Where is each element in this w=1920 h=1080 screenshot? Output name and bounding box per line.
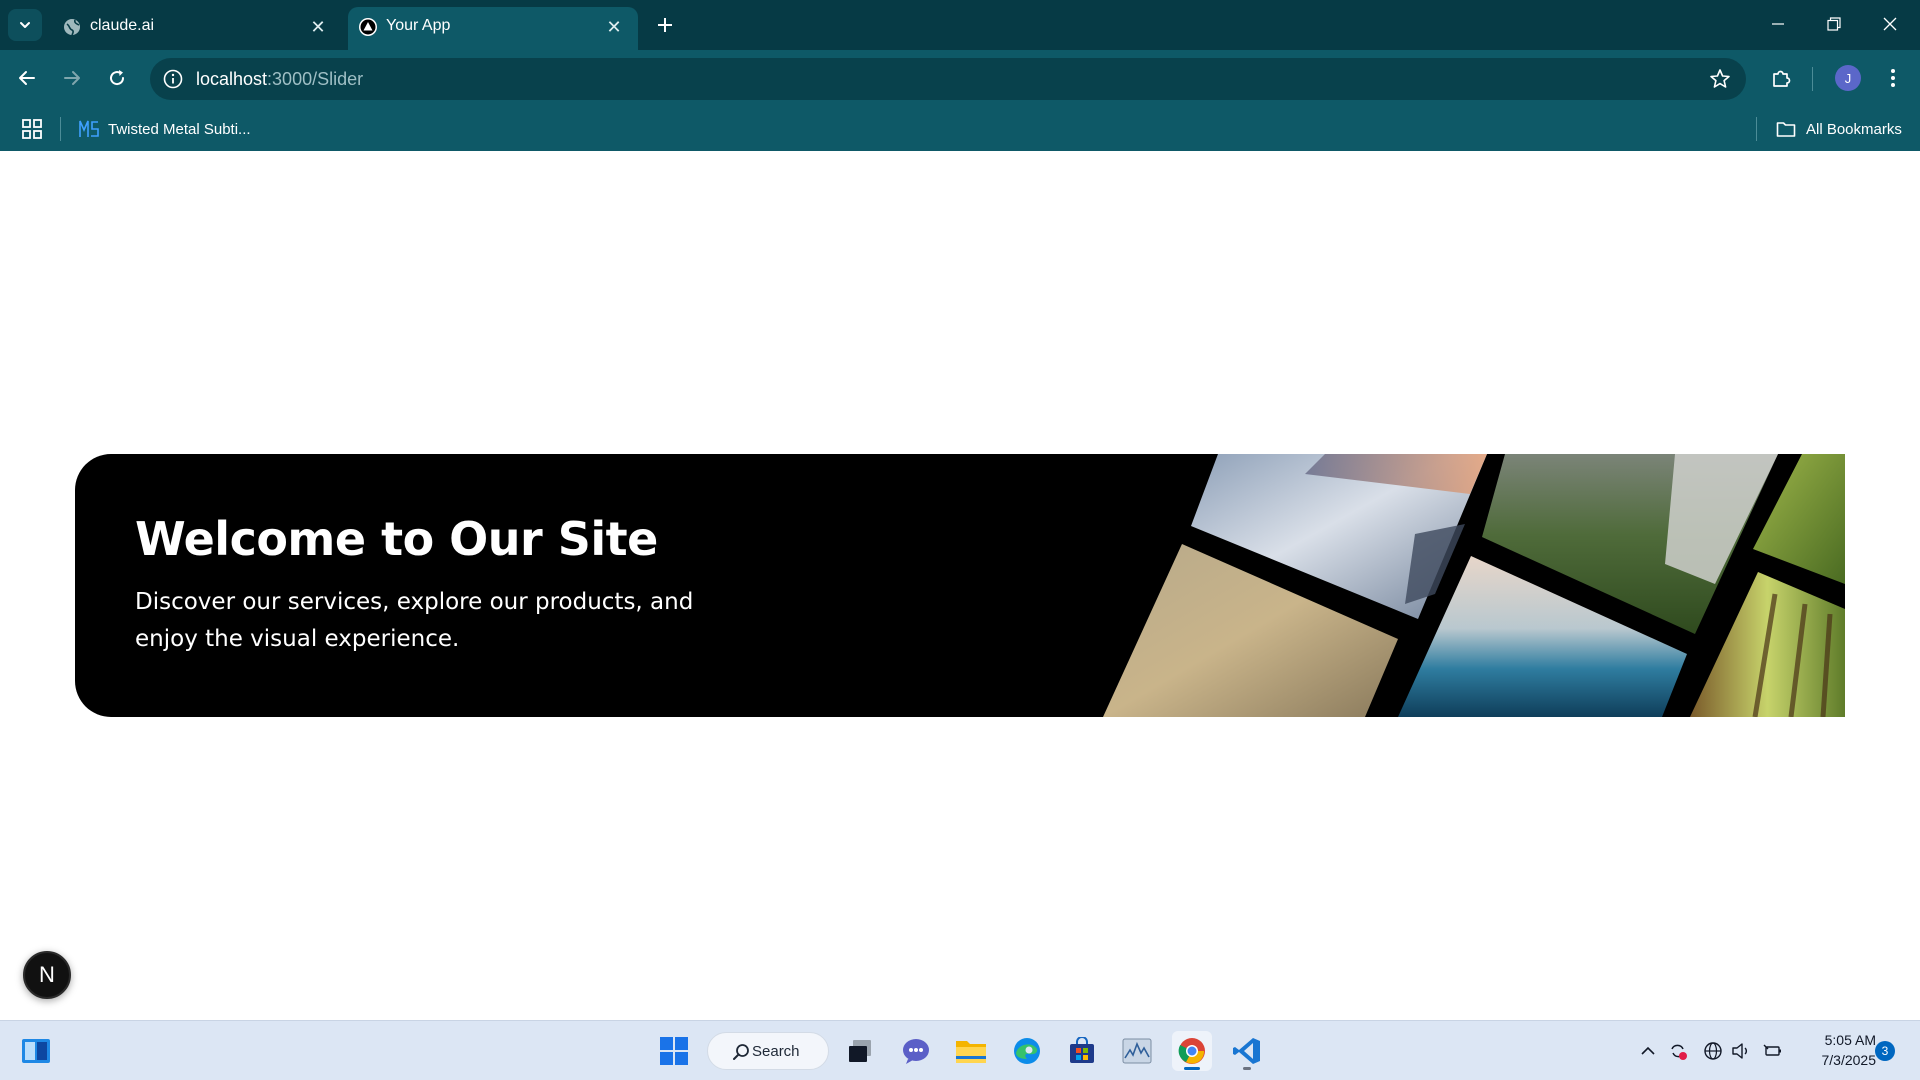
minimize-icon (1772, 23, 1784, 25)
taskbar-search[interactable]: Search (707, 1032, 829, 1070)
minimize-button[interactable] (1750, 0, 1806, 48)
browser-toolbar: localhost:3000/Slider J (0, 50, 1920, 107)
vscode-icon (1233, 1038, 1260, 1064)
arrow-left-icon (19, 71, 35, 85)
bookmarks-separator (1756, 117, 1757, 141)
nextjs-dev-indicator-button[interactable]: N (23, 951, 71, 999)
edge-browser-icon (1014, 1038, 1040, 1064)
battery-plug-icon[interactable] (1763, 1041, 1783, 1061)
puzzle-icon (1773, 70, 1791, 87)
tab-your-app[interactable]: Your App ✕ (348, 7, 638, 50)
clock-time: 5:05 AM (1824, 1032, 1876, 1048)
forward-button[interactable] (55, 61, 89, 95)
plus-icon (658, 18, 672, 32)
edge-button[interactable] (1007, 1031, 1047, 1071)
site-info-icon[interactable] (162, 68, 184, 90)
close-icon (1883, 17, 1897, 31)
folder-icon (956, 1041, 986, 1063)
url-path: :3000/Slider (267, 69, 364, 89)
app-triangle-icon (359, 18, 377, 36)
restore-icon (1827, 17, 1841, 31)
bookmarks-bar: Twisted Metal Subti... All Bookmarks (0, 107, 1920, 151)
hero-subtitle: Discover our services, explore our produ… (135, 589, 694, 652)
address-bar[interactable]: localhost:3000/Slider (150, 58, 1746, 100)
vscode-button[interactable] (1227, 1031, 1267, 1071)
windows-logo-icon (660, 1037, 688, 1065)
notification-badge[interactable]: 3 (1875, 1041, 1895, 1061)
search-icon (733, 1044, 749, 1060)
profile-avatar[interactable]: J (1835, 65, 1861, 91)
hero-banner: Welcome to Our Site Discover our service… (75, 454, 1845, 717)
teams-chat-button[interactable] (896, 1031, 936, 1071)
close-icon[interactable]: ✕ (602, 15, 626, 39)
tab-title: Your App (386, 17, 451, 34)
system-clock[interactable]: 5:05 AM 7/3/2025 (1800, 1030, 1877, 1070)
url-text[interactable]: localhost:3000/Slider (196, 69, 363, 90)
tab-claude[interactable]: claude.ai ✕ (52, 7, 342, 50)
apps-grid-icon[interactable] (20, 117, 44, 141)
active-indicator (1184, 1067, 1200, 1070)
all-bookmarks-button[interactable]: All Bookmarks (1776, 116, 1902, 142)
arrow-right-icon (64, 71, 80, 85)
bookmark-star-icon[interactable] (1708, 67, 1732, 91)
windows-taskbar: Search 5:05 AM 7/3/2025 3 (0, 1020, 1920, 1080)
chevron-down-icon (20, 22, 30, 28)
url-host: localhost (196, 69, 268, 89)
chat-icon (903, 1039, 929, 1064)
task-view-button[interactable] (840, 1031, 880, 1071)
chevron-up-icon[interactable] (1638, 1041, 1658, 1061)
bookmarks-separator (60, 117, 61, 141)
page-viewport: Welcome to Our Site Discover our service… (0, 151, 1920, 1020)
all-bookmarks-label: All Bookmarks (1806, 120, 1902, 138)
performance-chart-icon (1122, 1038, 1152, 1064)
close-icon[interactable]: ✕ (306, 15, 330, 39)
back-button[interactable] (10, 61, 44, 95)
chrome-icon (1178, 1038, 1205, 1064)
start-button[interactable] (654, 1031, 694, 1071)
resource-monitor-button[interactable] (1117, 1031, 1157, 1071)
speaker-icon[interactable] (1731, 1041, 1751, 1061)
reload-button[interactable] (100, 61, 134, 95)
ms-favicon-icon (79, 120, 99, 137)
globe-icon (64, 19, 80, 36)
store-bag-icon (1070, 1037, 1094, 1063)
bookmark-twisted-metal[interactable]: Twisted Metal Subti... (78, 116, 251, 142)
photo-cliff-rock (1665, 454, 1778, 584)
running-indicator (1243, 1067, 1251, 1070)
toolbar-separator (1812, 67, 1813, 91)
folder-icon (1776, 122, 1796, 137)
sync-alert-icon[interactable] (1668, 1041, 1688, 1061)
search-label: Search (752, 1042, 800, 1060)
new-tab-button[interactable] (650, 10, 680, 40)
task-view-icon (849, 1040, 871, 1062)
bookmark-label: Twisted Metal Subti... (108, 120, 251, 138)
widgets-icon (22, 1039, 50, 1063)
tab-strip: claude.ai ✕ Your App ✕ (0, 0, 1920, 50)
store-button[interactable] (1062, 1031, 1102, 1071)
chrome-button[interactable] (1172, 1031, 1212, 1071)
restore-button[interactable] (1806, 0, 1862, 48)
reload-icon (110, 70, 125, 86)
globe-icon[interactable] (1703, 1041, 1723, 1061)
hero-title: Welcome to Our Site (135, 512, 658, 566)
file-explorer-button[interactable] (951, 1031, 991, 1071)
tab-title: claude.ai (90, 17, 155, 34)
tab-search-button[interactable] (8, 9, 42, 41)
menu-button[interactable] (1876, 61, 1910, 95)
kebab-menu-icon (1891, 69, 1895, 87)
close-window-button[interactable] (1862, 0, 1918, 48)
clock-date: 7/3/2025 (1821, 1052, 1877, 1068)
extensions-button[interactable] (1764, 61, 1798, 95)
widgets-button[interactable] (16, 1031, 56, 1071)
